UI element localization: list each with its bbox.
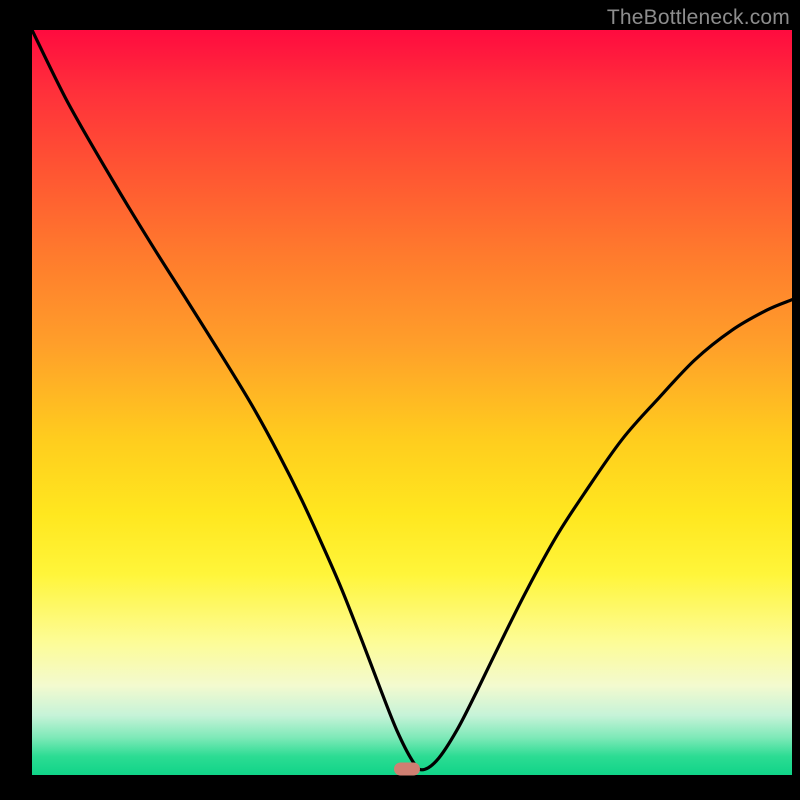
bottleneck-curve: [32, 30, 792, 775]
plot-area: [32, 30, 792, 775]
optimal-point-marker: [394, 763, 420, 776]
watermark-text: TheBottleneck.com: [607, 6, 790, 30]
chart-frame: { "watermark": "TheBottleneck.com", "col…: [0, 0, 800, 800]
